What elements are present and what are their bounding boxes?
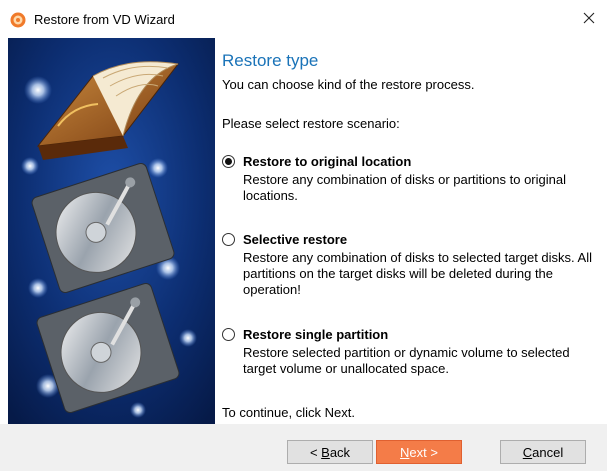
close-icon (583, 12, 595, 24)
back-prefix: < (309, 444, 322, 460)
cancel-button[interactable]: Cancel (500, 440, 586, 464)
page-title: Restore type (222, 51, 319, 70)
button-bar: < Back Next > Cancel (0, 424, 607, 471)
wizard-content: Restore type You can choose kind of the … (222, 38, 602, 424)
app-logo-icon (10, 12, 26, 28)
back-button[interactable]: < Back (287, 440, 373, 464)
back-label-rest: ack (329, 444, 351, 460)
radio-selective-restore[interactable] (222, 233, 235, 246)
cancel-mnemonic: C (522, 444, 533, 460)
page-subtitle: You can choose kind of the restore proce… (222, 77, 475, 92)
option-label[interactable]: Restore to original location (243, 154, 411, 169)
continue-instruction: To continue, click Next. (222, 405, 355, 420)
next-button[interactable]: Next > (376, 440, 462, 464)
next-mnemonic: N (400, 444, 410, 460)
option-description: Restore any combination of disks or part… (243, 172, 566, 203)
back-mnemonic: B (321, 444, 330, 460)
next-label-rest: ext > (409, 444, 438, 460)
radio-restore-single-partition[interactable] (222, 328, 235, 341)
cancel-label-rest: ancel (532, 444, 564, 460)
option-description: Restore any combination of disks to sele… (243, 250, 593, 297)
close-button[interactable] (571, 2, 607, 34)
selection-prompt: Please select restore scenario: (222, 116, 400, 131)
title-bar: Restore from VD Wizard (0, 0, 607, 38)
window-title: Restore from VD Wizard (34, 12, 175, 27)
wizard-banner-image (8, 38, 215, 424)
option-label[interactable]: Selective restore (243, 232, 347, 247)
option-label[interactable]: Restore single partition (243, 327, 388, 342)
option-description: Restore selected partition or dynamic vo… (243, 345, 570, 376)
radio-restore-original[interactable] (222, 155, 235, 168)
